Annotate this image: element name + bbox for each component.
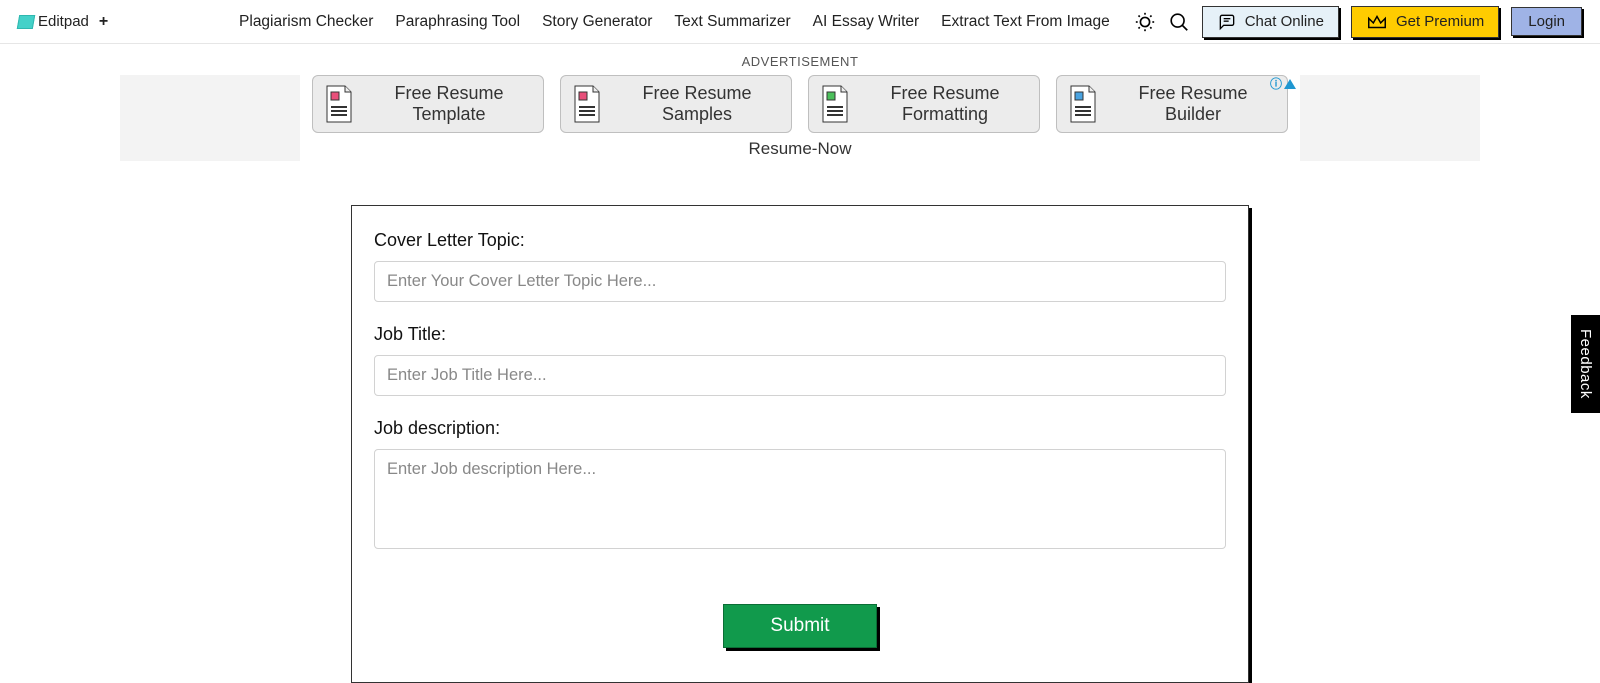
nav-paraphrasing-tool[interactable]: Paraphrasing Tool <box>395 13 520 31</box>
ad-card-label: Free Resume Template <box>365 83 533 124</box>
ad-side-right <box>1300 75 1480 161</box>
login-label: Login <box>1528 13 1565 30</box>
header-actions: Chat Online Get Premium Login <box>1134 6 1582 38</box>
plus-icon[interactable]: + <box>99 13 108 31</box>
nav-ai-essay-writer[interactable]: AI Essay Writer <box>813 13 920 31</box>
nav-plagiarism-checker[interactable]: Plagiarism Checker <box>239 13 373 31</box>
submit-button[interactable]: Submit <box>723 604 876 648</box>
adchoices-icon[interactable]: ⓘ <box>1270 75 1296 92</box>
ad-card-label: Free Resume Samples <box>613 83 781 124</box>
ad-card-label: Free Resume Builder <box>1109 83 1277 124</box>
advertisement-label: ADVERTISEMENT <box>0 54 1600 69</box>
cover-letter-form: Cover Letter Topic: Job Title: Job descr… <box>351 205 1249 683</box>
document-icon <box>1067 84 1099 124</box>
ad-card-resume-builder[interactable]: Free Resume Builder <box>1056 75 1288 133</box>
logo-icon <box>17 15 35 29</box>
feedback-tab[interactable]: Feedback <box>1571 315 1600 413</box>
nav-text-summarizer[interactable]: Text Summarizer <box>674 13 790 31</box>
brand-name: Editpad <box>38 13 89 30</box>
logo[interactable]: Editpad + <box>18 13 108 31</box>
document-icon <box>571 84 603 124</box>
chat-icon <box>1217 12 1237 32</box>
job-description-textarea[interactable] <box>374 449 1226 549</box>
login-button[interactable]: Login <box>1511 7 1582 36</box>
nav-story-generator[interactable]: Story Generator <box>542 13 652 31</box>
get-premium-button[interactable]: Get Premium <box>1351 6 1499 38</box>
get-premium-label: Get Premium <box>1396 13 1484 30</box>
job-title-input[interactable] <box>374 355 1226 396</box>
crown-icon <box>1366 12 1388 32</box>
search-icon[interactable] <box>1168 11 1190 33</box>
document-icon <box>323 84 355 124</box>
chat-online-label: Chat Online <box>1245 13 1324 30</box>
nav-extract-text-from-image[interactable]: Extract Text From Image <box>941 13 1110 31</box>
cover-letter-topic-input[interactable] <box>374 261 1226 302</box>
nav: Plagiarism Checker Paraphrasing Tool Sto… <box>239 13 1110 31</box>
ad-card-label: Free Resume Formatting <box>861 83 1029 124</box>
ad-brand[interactable]: Resume-Now <box>300 139 1300 159</box>
ad-card-resume-template[interactable]: Free Resume Template <box>312 75 544 133</box>
ad-side-left <box>120 75 300 161</box>
job-description-label: Job description: <box>374 418 1226 439</box>
header: Editpad + Plagiarism Checker Paraphrasin… <box>0 0 1600 44</box>
chat-online-button[interactable]: Chat Online <box>1202 6 1339 38</box>
ad-card-resume-samples[interactable]: Free Resume Samples <box>560 75 792 133</box>
theme-toggle-icon[interactable] <box>1134 11 1156 33</box>
document-icon <box>819 84 851 124</box>
cover-letter-topic-label: Cover Letter Topic: <box>374 230 1226 251</box>
advertisement-section: ADVERTISEMENT ⓘ Free Resume Template Fre… <box>0 44 1600 163</box>
ad-card-resume-formatting[interactable]: Free Resume Formatting <box>808 75 1040 133</box>
job-title-label: Job Title: <box>374 324 1226 345</box>
